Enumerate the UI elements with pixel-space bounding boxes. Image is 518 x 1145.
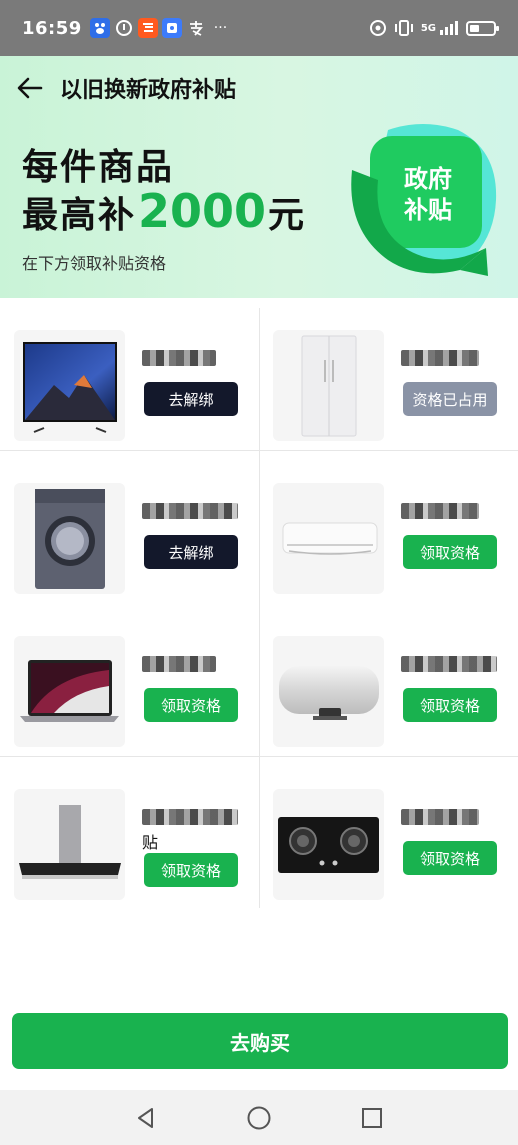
product-card: 领取资格: [259, 757, 518, 910]
product-name: [401, 809, 511, 831]
product-card: 去解绑: [0, 298, 259, 451]
system-nav-bar: [0, 1090, 518, 1145]
product-name: [401, 350, 511, 372]
nav-bar: 以旧换新政府补贴: [0, 56, 518, 120]
banner-prefix: 最高补: [22, 195, 137, 236]
product-row: 贴 领取资格 领取资格: [0, 757, 518, 910]
nav-recents-button[interactable]: [347, 1098, 397, 1138]
vibrate-icon: [394, 20, 413, 36]
claim-qualification-button[interactable]: 领取资格: [144, 853, 238, 887]
app-icon: [114, 18, 134, 38]
product-card: 资格已占用: [259, 298, 518, 451]
range-hood-image: [14, 789, 125, 900]
product-card: 领取资格: [259, 451, 518, 604]
claim-qualification-button[interactable]: 领取资格: [403, 688, 497, 722]
banner-amount: 2000: [138, 184, 267, 238]
back-button[interactable]: [0, 56, 60, 120]
square-recents-icon: [361, 1107, 382, 1128]
product-card: 贴 领取资格: [0, 757, 259, 910]
banner-suffix: 元: [268, 195, 307, 236]
nav-back-button[interactable]: [121, 1098, 171, 1138]
arrow-left-icon: [17, 77, 43, 99]
product-row: 去解绑 资格已占用: [0, 298, 518, 451]
laptop-image: [14, 636, 125, 747]
badge-line1: 政府: [404, 165, 452, 193]
signal-icon: [440, 21, 458, 35]
tv-image: [14, 330, 125, 441]
product-card: 领取资格: [259, 604, 518, 757]
circle-home-icon: [247, 1106, 271, 1129]
product-name: 贴: [142, 809, 252, 852]
unbind-button[interactable]: 去解绑: [144, 382, 238, 416]
product-row: 领取资格 领取资格: [0, 604, 518, 757]
status-indicators: 5G: [369, 19, 499, 37]
water-heater-image: [273, 636, 384, 747]
product-card: 去解绑: [0, 451, 259, 604]
unbind-button[interactable]: 去解绑: [144, 535, 238, 569]
product-name: [142, 656, 252, 678]
product-grid: 去解绑 资格已占用 去解绑 领取资格 领取资格 领取资格 贴 领取资格 领取资格: [0, 298, 518, 910]
baidu-app-icon: [89, 18, 110, 38]
product-row: 去解绑 领取资格: [0, 451, 518, 604]
triangle-back-icon: [138, 1107, 154, 1128]
network-type: 5G: [420, 22, 436, 34]
subsidy-badge: 政府 补贴: [348, 120, 498, 280]
air-conditioner-image: [273, 483, 384, 594]
header-area: 以旧换新政府补贴 每件商品 最高补 2000 元 在下方领取补贴资格 政府 补贴: [0, 56, 518, 298]
product-card: 领取资格: [0, 604, 259, 757]
app-icon: [161, 18, 182, 38]
buy-button[interactable]: 去购买: [12, 1013, 508, 1069]
alipay-app-icon: [186, 18, 206, 38]
product-name: [142, 350, 252, 372]
product-name: [401, 503, 511, 525]
status-app-icons: ···: [89, 18, 228, 38]
gas-stove-image: [273, 789, 384, 900]
nav-home-button[interactable]: [234, 1098, 284, 1138]
status-more: ···: [213, 20, 228, 36]
banner-headline-amount: 最高补 2000 元: [22, 184, 306, 238]
product-name: [401, 656, 511, 678]
washing-machine-image: [14, 483, 125, 594]
banner-subtitle: 在下方领取补贴资格: [22, 254, 167, 273]
qualification-occupied-button[interactable]: 资格已占用: [403, 382, 497, 416]
page-title: 以旧换新政府补贴: [60, 78, 237, 103]
taobao-app-icon: [137, 18, 158, 38]
product-name: [142, 503, 252, 525]
product-name-tail: 贴: [142, 833, 159, 852]
badge-line2: 补贴: [404, 196, 452, 224]
refrigerator-image: [273, 330, 384, 441]
claim-qualification-button[interactable]: 领取资格: [144, 688, 238, 722]
banner-headline: 每件商品: [22, 147, 175, 188]
hotspot-icon: [369, 20, 386, 36]
claim-qualification-button[interactable]: 领取资格: [403, 535, 497, 569]
badge-text: 政府 补贴: [388, 164, 468, 226]
battery-icon: [466, 20, 499, 36]
status-time: 16:59: [22, 17, 82, 39]
claim-qualification-button[interactable]: 领取资格: [403, 841, 497, 875]
status-bar: 16:59 ··· 5G: [0, 0, 518, 56]
